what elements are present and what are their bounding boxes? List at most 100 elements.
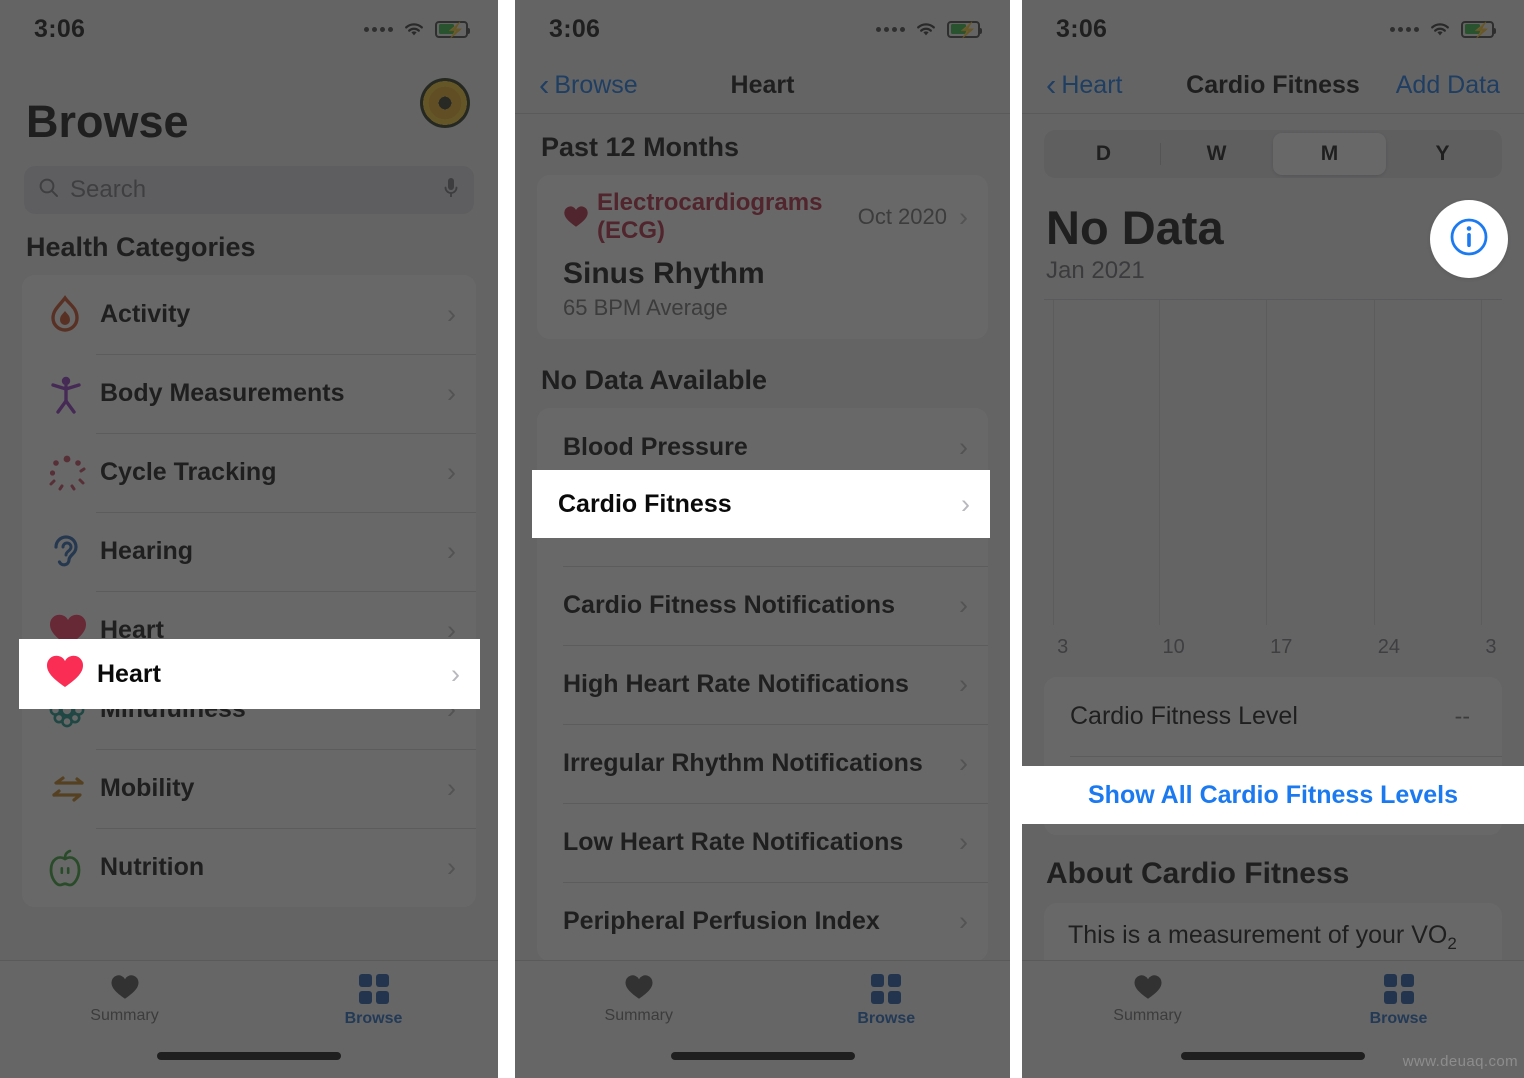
x-tick-label: 10 xyxy=(1162,636,1185,658)
tab-label: Summary xyxy=(604,1007,673,1024)
category-label: Nutrition xyxy=(100,853,205,881)
info-button[interactable] xyxy=(1430,200,1508,278)
x-tick-label: 3 xyxy=(1057,636,1069,658)
category-label: Hearing xyxy=(100,537,194,565)
x-tick-label: 17 xyxy=(1270,636,1293,658)
flame-icon xyxy=(48,294,100,335)
page-title: Browse xyxy=(26,96,189,147)
heart-tab-icon xyxy=(110,974,140,1001)
battery-charging-icon: ⚡ xyxy=(947,20,982,39)
tab-browse[interactable]: Browse xyxy=(763,961,1011,1078)
chevron-right-icon: › xyxy=(961,488,970,519)
highlighted-row-cardio-fitness[interactable]: Cardio Fitness › xyxy=(532,470,990,538)
status-bar: 3:06 ⚡ xyxy=(515,0,1010,58)
tab-label: Browse xyxy=(1369,1010,1428,1027)
battery-charging-icon: ⚡ xyxy=(435,20,470,39)
segment-month[interactable]: M xyxy=(1273,133,1386,175)
list-item-label: Cardio Fitness Notifications xyxy=(563,591,895,619)
section-title-past-12-months: Past 12 Months xyxy=(541,132,740,162)
panel-gap xyxy=(498,0,515,1078)
ecg-title: Electrocardiograms (ECG) xyxy=(597,189,823,244)
segment-day[interactable]: D xyxy=(1047,133,1160,175)
segment-year[interactable]: Y xyxy=(1386,133,1499,175)
ear-icon xyxy=(48,532,100,572)
list-item-label: Peripheral Perfusion Index xyxy=(563,907,880,935)
list-item-cardio-fitness-notifications[interactable]: Cardio Fitness Notifications › xyxy=(537,566,988,645)
add-data-button[interactable]: Add Data xyxy=(1380,71,1500,100)
panel-gap xyxy=(1010,0,1022,1078)
signal-dots-icon xyxy=(1390,26,1419,32)
battery-charging-icon: ⚡ xyxy=(1461,20,1496,39)
panel-cardio-fitness: 3:06 ⚡ ‹ Heart Cardio Fitness Add Data D… xyxy=(1022,0,1524,1078)
signal-dots-icon xyxy=(876,26,905,32)
search-icon xyxy=(38,177,60,204)
about-body-subscript: 2 xyxy=(1447,934,1457,953)
chevron-right-icon: › xyxy=(959,432,968,462)
home-indicator xyxy=(157,1052,341,1060)
wifi-icon xyxy=(914,20,938,38)
list-item-low-heart-rate-notifications[interactable]: Low Heart Rate Notifications › xyxy=(537,803,988,882)
list-item-label: Blood Pressure xyxy=(563,433,748,461)
highlighted-show-all-levels[interactable]: Show All Cardio Fitness Levels xyxy=(1022,766,1524,824)
chevron-left-icon: ‹ xyxy=(1046,66,1057,102)
range-segmented-control[interactable]: D W M Y xyxy=(1044,130,1502,178)
highlighted-row-heart[interactable]: Heart › xyxy=(19,639,480,709)
back-button[interactable]: ‹ Heart xyxy=(1046,66,1166,102)
panel-heart: 3:06 ⚡ ‹ Browse Heart Past 12 Months Ele… xyxy=(515,0,1010,1078)
chevron-right-icon: › xyxy=(447,773,456,803)
sidebar-item-nutrition[interactable]: Nutrition › xyxy=(22,828,476,907)
ecg-bpm: 65 BPM Average xyxy=(563,295,728,320)
cardio-fitness-level-row[interactable]: Cardio Fitness Level -- xyxy=(1044,677,1502,756)
list-item-peripheral-perfusion-index[interactable]: Peripheral Perfusion Index › xyxy=(537,882,988,961)
chevron-right-icon: › xyxy=(959,748,968,778)
status-bar: 3:06 ⚡ xyxy=(1022,0,1524,58)
highlighted-row-label: Cardio Fitness xyxy=(558,489,732,518)
nav-bar: ‹ Browse Heart xyxy=(515,58,1010,114)
profile-avatar[interactable] xyxy=(420,78,470,128)
wifi-icon xyxy=(402,20,426,38)
tab-browse[interactable]: Browse xyxy=(249,961,498,1078)
heart-icon xyxy=(45,654,97,695)
chevron-right-icon: › xyxy=(447,457,456,487)
about-cardio-fitness-title: About Cardio Fitness xyxy=(1046,857,1350,890)
sidebar-item-body-measurements[interactable]: Body Measurements › xyxy=(22,354,476,433)
sidebar-item-cycle-tracking[interactable]: Cycle Tracking › xyxy=(22,433,476,512)
category-label: Cycle Tracking xyxy=(100,458,277,486)
segment-week[interactable]: W xyxy=(1160,133,1273,175)
watermark: www.deuaq.com xyxy=(1402,1053,1518,1070)
sidebar-item-hearing[interactable]: Hearing › xyxy=(22,512,476,591)
microphone-icon[interactable] xyxy=(442,176,460,205)
chevron-right-icon: › xyxy=(959,201,968,232)
tab-summary[interactable]: Summary xyxy=(515,961,763,1078)
three-panel-screenshot: 3:06 ⚡ Browse Search Health Categories A… xyxy=(0,0,1524,1078)
ecg-rhythm: Sinus Rhythm xyxy=(563,257,765,290)
list-item-label: Low Heart Rate Notifications xyxy=(563,828,904,856)
highlighted-row-label: Heart xyxy=(97,659,161,688)
cycle-burst-icon xyxy=(48,454,100,492)
home-indicator xyxy=(1181,1052,1365,1060)
tab-summary[interactable]: Summary xyxy=(1022,961,1273,1078)
back-button-label: Browse xyxy=(554,71,638,99)
section-title-no-data-available: No Data Available xyxy=(541,365,768,395)
list-item-label: Irregular Rhythm Notifications xyxy=(563,749,923,777)
wifi-icon xyxy=(1428,20,1452,38)
search-input[interactable]: Search xyxy=(24,166,474,214)
mobility-arrows-icon xyxy=(48,771,100,807)
list-item-high-heart-rate-notifications[interactable]: High Heart Rate Notifications › xyxy=(537,645,988,724)
status-bar-clock: 3:06 xyxy=(1056,14,1108,43)
tab-bar: Summary Browse xyxy=(515,960,1010,1078)
sidebar-item-mobility[interactable]: Mobility › xyxy=(22,749,476,828)
category-label: Mobility xyxy=(100,774,195,802)
back-button[interactable]: ‹ Browse xyxy=(539,69,689,100)
status-bar-clock: 3:06 xyxy=(549,14,601,43)
tab-summary[interactable]: Summary xyxy=(0,961,249,1078)
heart-tab-icon xyxy=(624,974,654,1001)
ecg-card[interactable]: Electrocardiograms (ECG) Oct 2020 › Sinu… xyxy=(537,175,988,339)
sidebar-item-activity[interactable]: Activity › xyxy=(22,275,476,354)
back-button-label: Heart xyxy=(1061,71,1123,99)
section-title-health-categories: Health Categories xyxy=(26,232,256,262)
ecg-date: Oct 2020 xyxy=(857,204,947,229)
list-item-irregular-rhythm-notifications[interactable]: Irregular Rhythm Notifications › xyxy=(537,724,988,803)
nav-title: Heart xyxy=(730,71,795,99)
tab-label: Browse xyxy=(344,1010,403,1027)
